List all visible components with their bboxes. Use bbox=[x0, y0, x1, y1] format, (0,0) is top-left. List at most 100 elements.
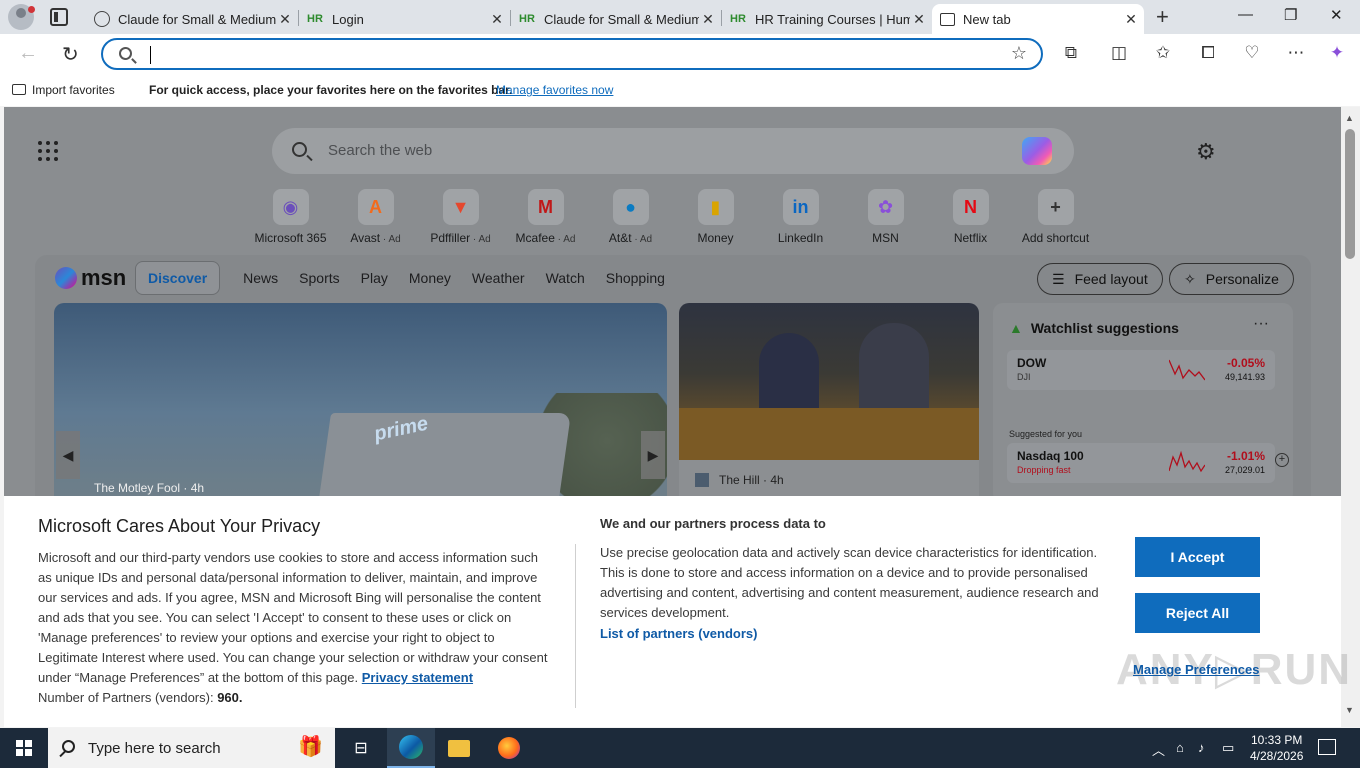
more-options-icon[interactable]: ⋯ bbox=[1285, 43, 1307, 63]
news-card[interactable]: The Hill · 4h bbox=[679, 303, 979, 503]
shortcut-name: LinkedIn bbox=[777, 231, 824, 245]
shortcut-at-t[interactable]: ● At&t · Ad bbox=[588, 189, 673, 245]
scrollbar-thumb[interactable] bbox=[1345, 129, 1355, 259]
manage-favorites-link[interactable]: Manage favorites now bbox=[496, 83, 613, 97]
watchlist-more-button[interactable]: ··· bbox=[1253, 315, 1269, 333]
feed-tab-play[interactable]: Play bbox=[361, 270, 388, 286]
stock-row[interactable]: DOW DJI -0.05% 49,141.93 bbox=[1007, 350, 1275, 390]
feed-tab-weather[interactable]: Weather bbox=[472, 270, 525, 286]
maximize-button[interactable]: ❐ bbox=[1284, 6, 1297, 24]
hero-card[interactable]: prime ◀ ▶ The Motley Fool · 4h bbox=[54, 303, 667, 503]
shortcut-linkedin[interactable]: in LinkedIn bbox=[758, 189, 843, 245]
address-input[interactable] bbox=[147, 44, 987, 66]
taskbar-firefox[interactable] bbox=[485, 728, 533, 768]
stock-symbol: DJI bbox=[1017, 372, 1031, 382]
tab-close-icon[interactable]: ✕ bbox=[1122, 11, 1140, 28]
feed-tab-sports[interactable]: Sports bbox=[299, 270, 339, 286]
add-to-watchlist-icon[interactable]: + bbox=[1275, 453, 1289, 467]
shortcut-name: At&t bbox=[608, 231, 632, 245]
shortcut-avast[interactable]: A Avast · Ad bbox=[333, 189, 418, 245]
split-screen-icon[interactable]: ◫ bbox=[1108, 43, 1130, 63]
web-search-box[interactable]: Search the web bbox=[272, 128, 1074, 174]
app-launcher-icon[interactable] bbox=[38, 141, 58, 161]
reject-all-button[interactable]: Reject All bbox=[1135, 593, 1260, 633]
refresh-icon[interactable]: ↻ bbox=[62, 42, 79, 67]
shortcut-name: Netflix bbox=[953, 231, 988, 245]
input-indicator-icon[interactable]: ▭ bbox=[1222, 740, 1234, 756]
copilot-icon[interactable]: ✦ bbox=[1326, 43, 1348, 63]
manage-preferences-link[interactable]: Manage Preferences bbox=[1133, 662, 1259, 677]
browser-essentials-icon[interactable]: ♡ bbox=[1241, 43, 1263, 63]
collections-icon[interactable]: ⧠ bbox=[1197, 43, 1219, 63]
list-of-partners-link[interactable]: List of partners (vendors) bbox=[600, 626, 757, 641]
shortcut-netflix[interactable]: N Netflix bbox=[928, 189, 1013, 245]
tab-title: Claude for Small & Medium bbox=[118, 11, 276, 27]
page-scrollbar[interactable]: ▲ ▼ bbox=[1341, 107, 1360, 727]
network-icon[interactable]: ⌂ bbox=[1176, 740, 1184, 755]
shortcut-icon: ▮ bbox=[697, 189, 734, 225]
shortcut-mcafee[interactable]: M Mcafee · Ad bbox=[503, 189, 588, 245]
address-bar[interactable]: ☆ bbox=[101, 38, 1043, 70]
tab-strip: Claude for Small & Medium ✕ HR Login ✕ H… bbox=[0, 0, 1360, 34]
shortcut-name: Microsoft 365 bbox=[254, 231, 327, 245]
tray-overflow-chevron-icon[interactable]: ︿ bbox=[1152, 740, 1165, 759]
tab-close-icon[interactable]: ✕ bbox=[276, 11, 294, 28]
import-favorites-button[interactable]: Import favorites bbox=[12, 83, 115, 97]
favorites-icon[interactable]: ✩ bbox=[1152, 43, 1174, 63]
favorite-star-icon[interactable]: ☆ bbox=[1011, 43, 1027, 64]
task-view-icon[interactable]: ⊟ bbox=[337, 728, 385, 768]
shortcut-label: Avast · Ad bbox=[333, 231, 418, 245]
back-arrow-icon[interactable]: ← bbox=[18, 42, 38, 65]
personalize-button[interactable]: ✧ Personalize bbox=[1169, 263, 1294, 295]
privacy-statement-link[interactable]: Privacy statement bbox=[362, 670, 473, 685]
tab-close-icon[interactable]: ✕ bbox=[488, 11, 506, 28]
shortcut-icon: in bbox=[782, 189, 819, 225]
taskbar-search-box[interactable]: Type here to search 🎁 bbox=[48, 728, 335, 768]
taskbar-file-explorer[interactable] bbox=[435, 728, 483, 768]
msn-logo[interactable]: msn bbox=[55, 265, 126, 291]
tab-new-tab[interactable]: New tab ✕ bbox=[932, 4, 1144, 34]
windows-start-icon[interactable] bbox=[16, 740, 32, 756]
tab-close-icon[interactable]: ✕ bbox=[699, 11, 717, 28]
tab-2[interactable]: HR Login ✕ bbox=[298, 4, 510, 34]
tab-title: Claude for Small & Medium bbox=[544, 11, 699, 27]
carousel-prev-arrow-icon[interactable]: ◀ bbox=[56, 431, 80, 479]
shortcut-microsoft-365[interactable]: ◉ Microsoft 365 bbox=[248, 189, 333, 245]
shortcut-pdffiller[interactable]: ▼ Pdffiller · Ad bbox=[418, 189, 503, 245]
news-source: The Hill · 4h bbox=[695, 473, 784, 487]
copilot-icon[interactable] bbox=[1022, 137, 1052, 165]
feed-tab-discover[interactable]: Discover bbox=[135, 261, 221, 295]
feed-tab-shopping[interactable]: Shopping bbox=[606, 270, 665, 286]
gear-icon[interactable]: ⚙ bbox=[1196, 139, 1216, 165]
search-icon bbox=[119, 47, 132, 60]
shortcut-money[interactable]: ▮ Money bbox=[673, 189, 758, 245]
suggested-for-you-label: Suggested for you bbox=[1009, 429, 1083, 439]
taskbar-clock[interactable]: 10:33 PM 4/28/2026 bbox=[1250, 732, 1303, 764]
accept-button[interactable]: I Accept bbox=[1135, 537, 1260, 577]
scroll-down-arrow-icon[interactable]: ▼ bbox=[1345, 705, 1354, 715]
notification-center-icon[interactable] bbox=[1318, 739, 1336, 755]
close-window-button[interactable]: ✕ bbox=[1330, 6, 1343, 24]
privacy-consent-banner: Microsoft Cares About Your Privacy Micro… bbox=[4, 496, 1350, 727]
feed-tab-watch[interactable]: Watch bbox=[546, 270, 585, 286]
carousel-next-arrow-icon[interactable]: ▶ bbox=[641, 431, 665, 479]
hr-favicon-icon: HR bbox=[307, 13, 323, 25]
feed-tab-money[interactable]: Money bbox=[409, 270, 451, 286]
tab-actions-icon[interactable] bbox=[50, 8, 68, 26]
tab-4[interactable]: HR HR Training Courses | Huma ✕ bbox=[721, 4, 932, 34]
shortcut-add-shortcut[interactable]: + Add shortcut bbox=[1013, 189, 1098, 245]
scroll-up-arrow-icon[interactable]: ▲ bbox=[1345, 113, 1354, 123]
stock-row[interactable]: Nasdaq 100 Dropping fast -1.01% 27,029.0… bbox=[1007, 443, 1289, 483]
taskbar-edge[interactable] bbox=[387, 728, 435, 768]
new-tab-button[interactable]: + bbox=[1156, 4, 1169, 30]
extensions-icon[interactable]: ⧉ bbox=[1060, 43, 1082, 63]
minimize-button[interactable]: — bbox=[1238, 6, 1253, 23]
tab-close-icon[interactable]: ✕ bbox=[910, 11, 928, 28]
tab-1[interactable]: Claude for Small & Medium ✕ bbox=[86, 4, 298, 34]
feed-layout-button[interactable]: ☰ Feed layout bbox=[1037, 263, 1163, 295]
feed-tab-news[interactable]: News bbox=[243, 270, 278, 286]
volume-icon[interactable]: ♪ bbox=[1198, 740, 1205, 755]
shortcut-name: MSN bbox=[872, 231, 899, 245]
shortcut-msn[interactable]: ✿ MSN bbox=[843, 189, 928, 245]
tab-3[interactable]: HR Claude for Small & Medium ✕ bbox=[510, 4, 721, 34]
